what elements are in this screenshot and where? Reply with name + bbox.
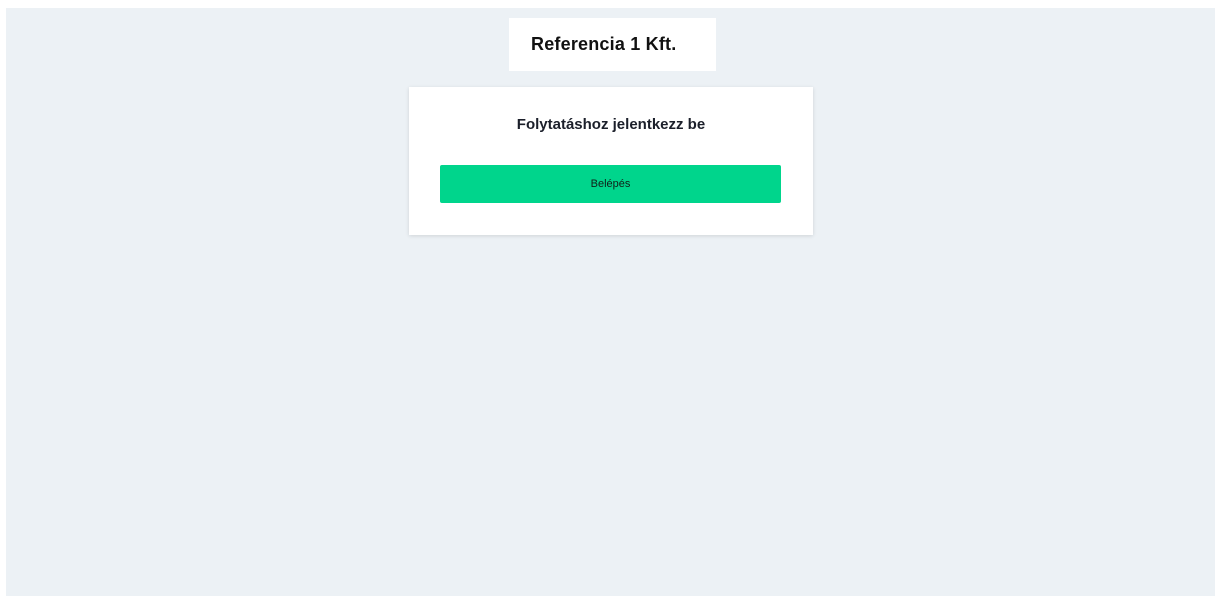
login-button[interactable]: Belépés: [440, 165, 781, 203]
company-name: Referencia 1 Kft.: [531, 34, 677, 54]
page-background: Referencia 1 Kft. Folytatáshoz jelentkez…: [6, 8, 1215, 596]
login-card: Folytatáshoz jelentkezz be Belépés: [409, 87, 813, 235]
company-logo-box: Referencia 1 Kft.: [509, 18, 716, 71]
login-prompt-heading: Folytatáshoz jelentkezz be: [516, 116, 706, 133]
